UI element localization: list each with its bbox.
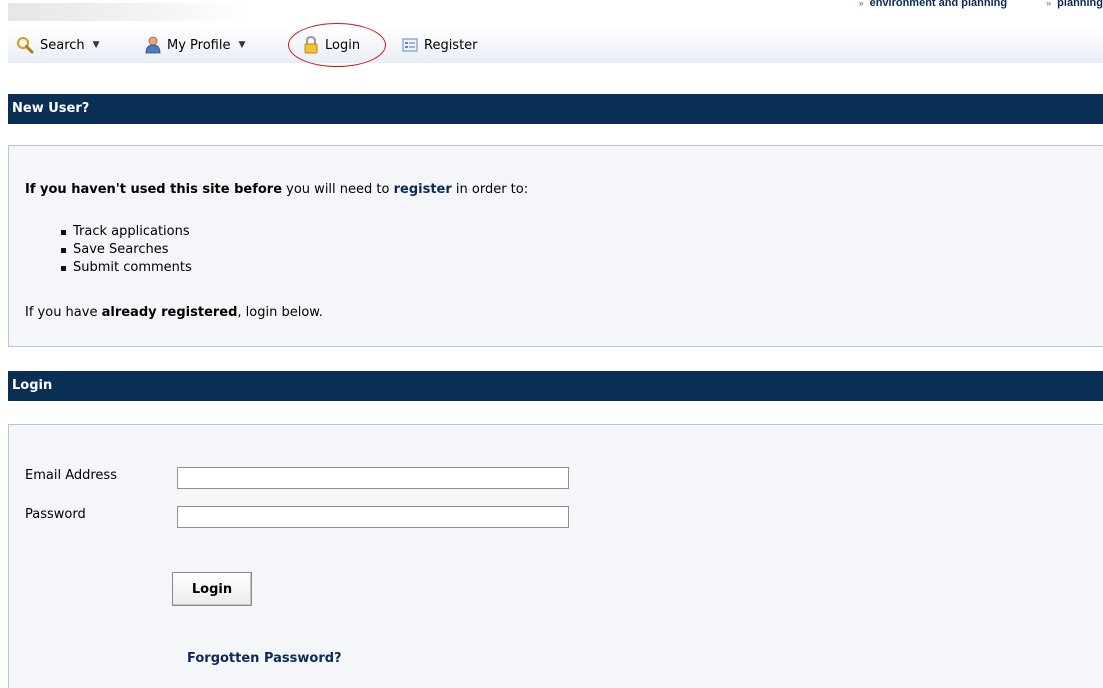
login-button[interactable]: Login: [172, 572, 252, 606]
password-label: Password: [25, 507, 86, 522]
login-highlight-circle: [288, 23, 386, 67]
intro-bold-text: If you haven't used this site before: [25, 182, 283, 197]
new-user-intro: If you haven't used this site before you…: [25, 182, 528, 197]
email-label: Email Address: [25, 468, 117, 483]
password-field[interactable]: [177, 506, 569, 528]
intro-end-text: in order to:: [451, 182, 529, 197]
top-link-environment[interactable]: » environment and planning: [841, 0, 1008, 9]
login-header: Login: [8, 371, 1103, 401]
register-link[interactable]: register: [394, 182, 452, 197]
list-item: Track applications: [52, 223, 192, 241]
search-label: Search: [40, 37, 85, 53]
toolbar: Search ▼ My Profile ▼ Login Register: [8, 27, 1103, 63]
chevron-down-icon: ▼: [92, 40, 100, 50]
already-registered-text: If you have already registered, login be…: [25, 305, 323, 320]
search-menu[interactable]: Search ▼: [16, 35, 100, 55]
top-link-planning[interactable]: » planning: [1028, 0, 1103, 9]
chevron-down-icon: ▼: [238, 40, 246, 50]
register-menu[interactable]: Register: [402, 35, 478, 55]
double-arrow-icon: »: [858, 0, 864, 8]
intro-mid-text: you will need to: [282, 182, 394, 197]
email-field[interactable]: [177, 467, 569, 489]
my-profile-menu[interactable]: My Profile ▼: [145, 35, 245, 55]
user-icon: [145, 36, 161, 54]
logo-fade: [8, 3, 248, 21]
list-item: Save Searches: [52, 241, 192, 259]
new-user-panel: If you haven't used this site before you…: [8, 145, 1103, 347]
my-profile-label: My Profile: [167, 37, 231, 53]
new-user-header: New User?: [8, 94, 1103, 124]
benefits-list: Track applications Save Searches Submit …: [52, 223, 192, 277]
double-arrow-icon: »: [1046, 0, 1052, 8]
search-icon: [17, 37, 34, 54]
forgotten-password-link[interactable]: Forgotten Password?: [187, 651, 342, 666]
login-panel: Email Address Password Login Forgotten P…: [8, 424, 1103, 688]
top-strip: » environment and planning » planning: [0, 0, 1103, 24]
list-item: Submit comments: [52, 259, 192, 277]
top-links: » environment and planning » planning: [823, 0, 1103, 11]
register-label: Register: [424, 37, 478, 53]
register-form-icon: [402, 38, 418, 52]
